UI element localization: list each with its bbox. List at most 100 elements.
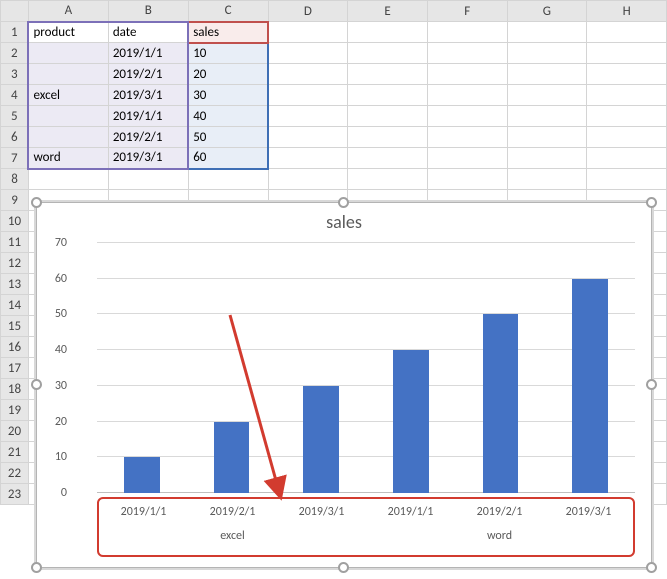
row-header-15[interactable]: 15 <box>1 316 29 337</box>
row-header-12[interactable]: 12 <box>1 253 29 274</box>
cell[interactable] <box>348 169 428 190</box>
cell-C4[interactable]: 30 <box>188 85 268 106</box>
row-header-8[interactable]: 8 <box>1 169 29 190</box>
cell-C3[interactable]: 20 <box>188 64 268 85</box>
cell-G5[interactable] <box>507 106 587 127</box>
cell-D3[interactable] <box>268 64 348 85</box>
row-header-6[interactable]: 6 <box>1 127 29 148</box>
cell-A6[interactable] <box>28 127 108 148</box>
col-header-C[interactable]: C <box>188 1 268 22</box>
row-header-11[interactable]: 11 <box>1 232 29 253</box>
cell-G1[interactable] <box>507 22 587 43</box>
chart-object[interactable]: sales 010203040506070 2019/1/12019/2/120… <box>36 202 652 568</box>
cell-E1[interactable] <box>348 22 428 43</box>
resize-handle-icon[interactable] <box>338 562 349 573</box>
cell-A7[interactable]: word <box>28 148 108 169</box>
cell-D2[interactable] <box>268 43 348 64</box>
row-header-5[interactable]: 5 <box>1 106 29 127</box>
cell-H2[interactable] <box>587 43 667 64</box>
row-header-4[interactable]: 4 <box>1 85 29 106</box>
resize-handle-icon[interactable] <box>646 197 657 208</box>
cell-H6[interactable] <box>587 127 667 148</box>
chart-bar[interactable] <box>483 314 519 493</box>
cell-B5[interactable]: 2019/1/1 <box>108 106 188 127</box>
chart-plot-area[interactable]: 010203040506070 <box>73 243 635 493</box>
cell[interactable] <box>108 169 188 190</box>
cell-B7[interactable]: 2019/3/1 <box>108 148 188 169</box>
cell-B2[interactable]: 2019/1/1 <box>108 43 188 64</box>
row-header-14[interactable]: 14 <box>1 295 29 316</box>
resize-handle-icon[interactable] <box>31 379 42 390</box>
cell-E6[interactable] <box>348 127 428 148</box>
cell-F7[interactable] <box>427 148 507 169</box>
row-header-10[interactable]: 10 <box>1 211 29 232</box>
row-header-19[interactable]: 19 <box>1 400 29 421</box>
chart-bar[interactable] <box>214 422 250 493</box>
cell-E2[interactable] <box>348 43 428 64</box>
row-header-16[interactable]: 16 <box>1 337 29 358</box>
cell-C5[interactable]: 40 <box>188 106 268 127</box>
cell-B4[interactable]: 2019/3/1 <box>108 85 188 106</box>
col-header-B[interactable]: B <box>108 1 188 22</box>
row-header-17[interactable]: 17 <box>1 358 29 379</box>
col-header-E[interactable]: E <box>348 1 428 22</box>
cell[interactable] <box>507 169 587 190</box>
cell[interactable] <box>427 169 507 190</box>
chart-category-axis[interactable]: 2019/1/12019/2/12019/3/12019/1/12019/2/1… <box>97 497 635 557</box>
cell-H5[interactable] <box>587 106 667 127</box>
row-header-23[interactable]: 23 <box>1 484 29 505</box>
col-header-D[interactable]: D <box>268 1 348 22</box>
cell-E5[interactable] <box>348 106 428 127</box>
cell-H4[interactable] <box>587 85 667 106</box>
cell-D7[interactable] <box>268 148 348 169</box>
cell-F4[interactable] <box>427 85 507 106</box>
cell-E7[interactable] <box>348 148 428 169</box>
cell-A2[interactable] <box>28 43 108 64</box>
cell-F1[interactable] <box>427 22 507 43</box>
chart-bar[interactable] <box>303 386 339 493</box>
cell-H1[interactable] <box>587 22 667 43</box>
resize-handle-icon[interactable] <box>338 197 349 208</box>
cell[interactable] <box>268 169 348 190</box>
cell-G7[interactable] <box>507 148 587 169</box>
cell[interactable] <box>188 169 268 190</box>
chart-bar[interactable] <box>393 350 429 493</box>
col-header-A[interactable]: A <box>28 1 108 22</box>
cell-G4[interactable] <box>507 85 587 106</box>
cell-F3[interactable] <box>427 64 507 85</box>
cell-G6[interactable] <box>507 127 587 148</box>
cell[interactable] <box>28 169 108 190</box>
cell-F2[interactable] <box>427 43 507 64</box>
cell-A5[interactable] <box>28 106 108 127</box>
cell-F6[interactable] <box>427 127 507 148</box>
row-header-7[interactable]: 7 <box>1 148 29 169</box>
select-all-corner[interactable] <box>1 1 29 22</box>
cell-B3[interactable]: 2019/2/1 <box>108 64 188 85</box>
row-header-21[interactable]: 21 <box>1 442 29 463</box>
col-header-F[interactable]: F <box>427 1 507 22</box>
cell-E3[interactable] <box>348 64 428 85</box>
cell-B6[interactable]: 2019/2/1 <box>108 127 188 148</box>
cell-A1[interactable]: product <box>28 22 108 43</box>
cell-C1[interactable]: sales <box>188 22 268 43</box>
chart-bar[interactable] <box>572 279 608 493</box>
cell-H3[interactable] <box>587 64 667 85</box>
resize-handle-icon[interactable] <box>31 562 42 573</box>
cell-B1[interactable]: date <box>108 22 188 43</box>
row-header-20[interactable]: 20 <box>1 421 29 442</box>
cell-A4[interactable]: excel <box>28 85 108 106</box>
cell-D5[interactable] <box>268 106 348 127</box>
cell-G2[interactable] <box>507 43 587 64</box>
row-header-9[interactable]: 9 <box>1 190 29 211</box>
col-header-H[interactable]: H <box>587 1 667 22</box>
row-header-18[interactable]: 18 <box>1 379 29 400</box>
cell-F5[interactable] <box>427 106 507 127</box>
cell-D4[interactable] <box>268 85 348 106</box>
resize-handle-icon[interactable] <box>31 197 42 208</box>
row-header-13[interactable]: 13 <box>1 274 29 295</box>
cell-C6[interactable]: 50 <box>188 127 268 148</box>
row-header-3[interactable]: 3 <box>1 64 29 85</box>
cell-H7[interactable] <box>587 148 667 169</box>
cell-C2[interactable]: 10 <box>188 43 268 64</box>
row-header-1[interactable]: 1 <box>1 22 29 43</box>
